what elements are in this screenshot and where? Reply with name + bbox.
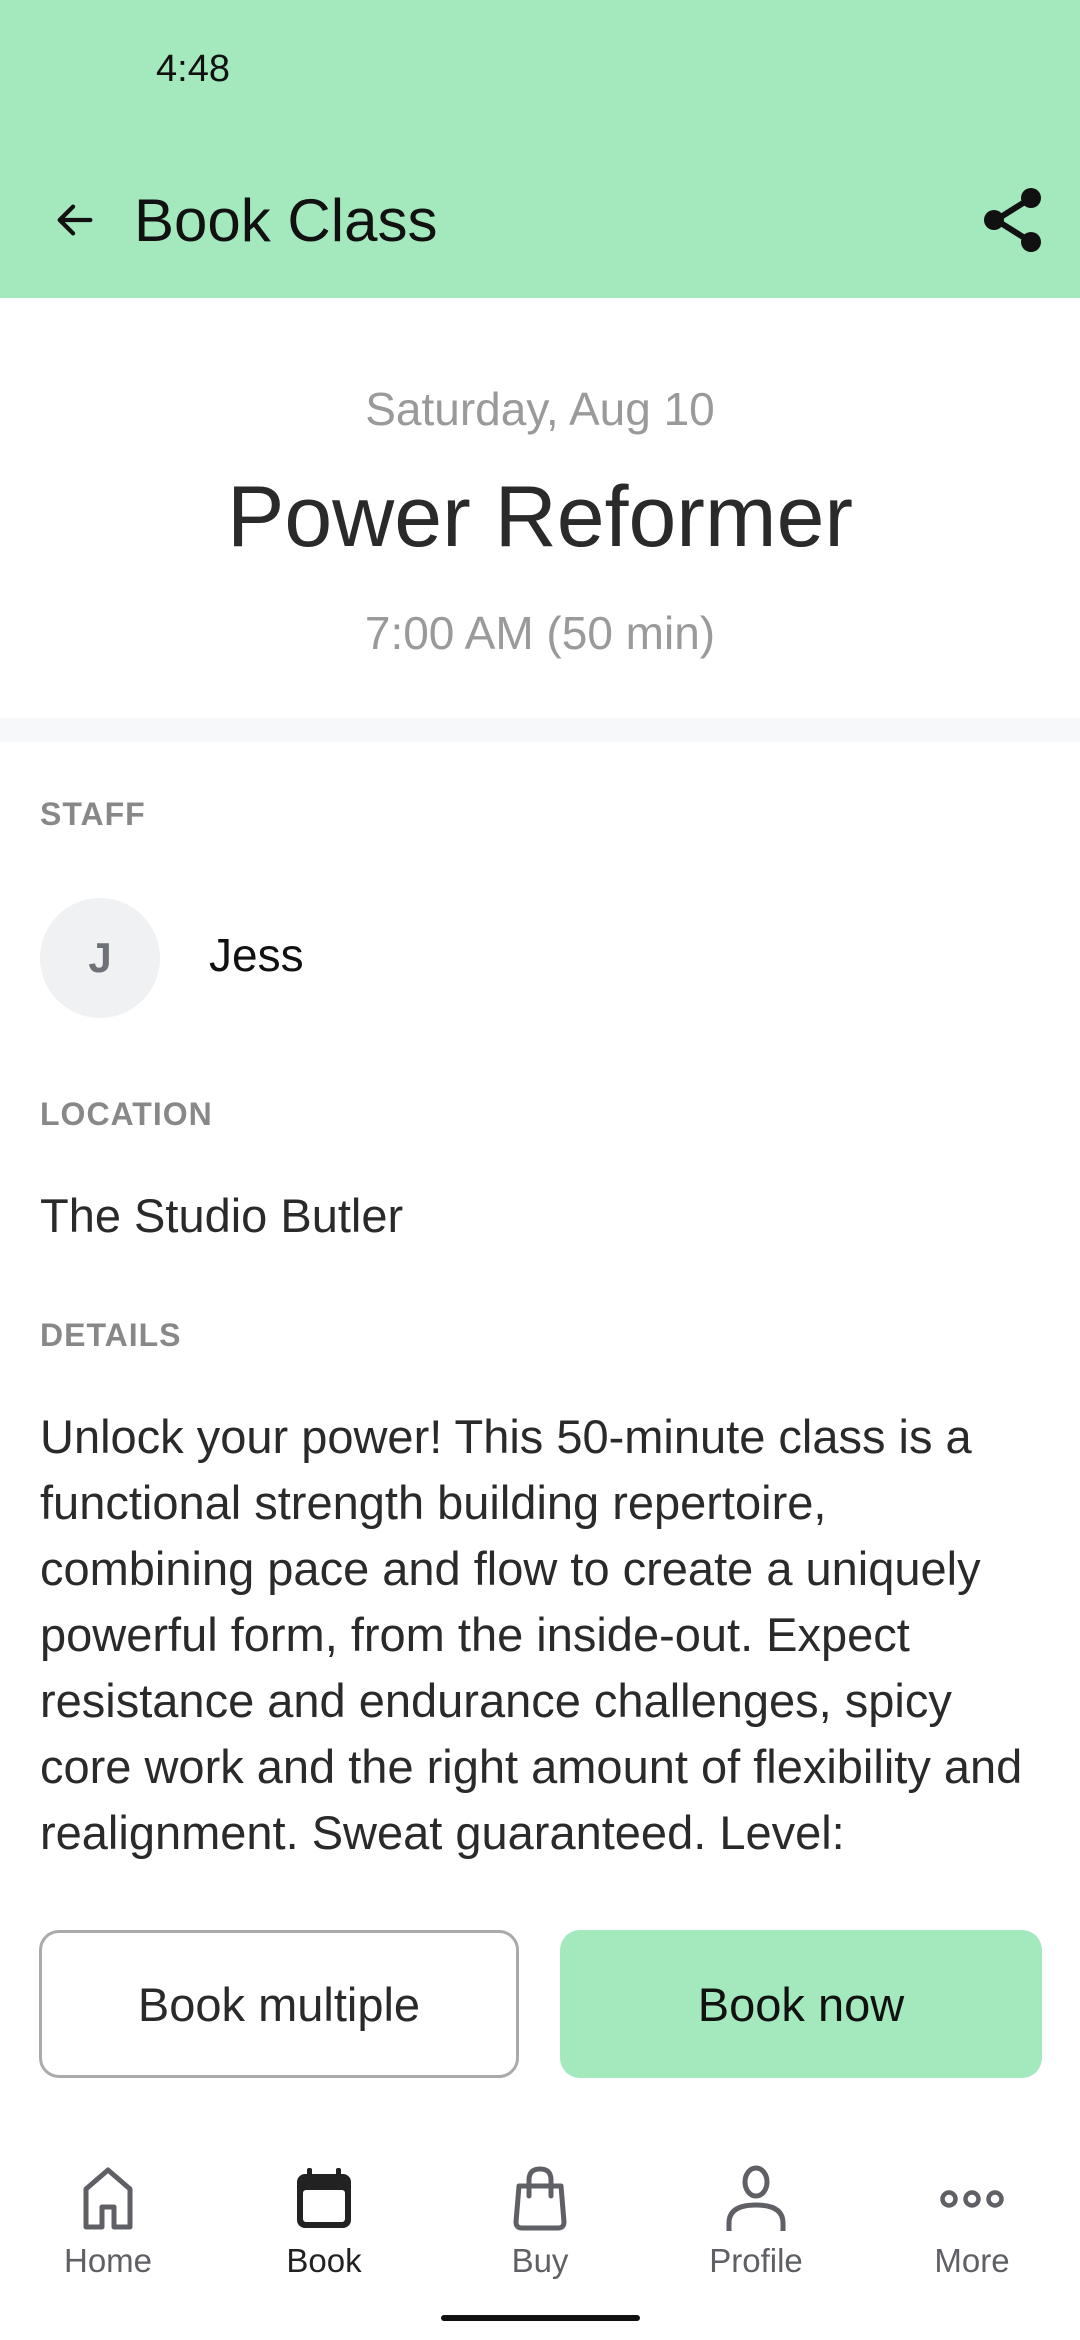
home-indicator[interactable] (441, 2315, 640, 2321)
back-button[interactable] (40, 180, 110, 260)
staff-avatar[interactable]: J (40, 898, 160, 1018)
class-summary: Saturday, Aug 10 Power Reformer 7:00 AM … (0, 298, 1080, 718)
location-label: LOCATION (40, 1096, 213, 1132)
class-name: Power Reformer (226, 469, 854, 565)
status-bar-time: 4:48 (156, 48, 230, 90)
nav-label-home: Home (63, 2242, 153, 2279)
more-dots-icon (940, 2190, 1004, 2208)
share-button[interactable] (970, 180, 1050, 260)
arrow-left-icon (57, 204, 93, 236)
class-date: Saturday, Aug 10 (365, 383, 715, 435)
nav-label-buy: Buy (511, 2242, 569, 2279)
nav-label-book: Book (286, 2242, 362, 2279)
book-now-button[interactable]: Book now (560, 1930, 1042, 2078)
location-name: The Studio Butler (40, 1189, 404, 1242)
nav-item-book[interactable]: Book (216, 2140, 432, 2300)
nav-item-home[interactable]: Home (0, 2140, 216, 2300)
nav-label-profile: Profile (709, 2242, 803, 2279)
page-title: Book Class (134, 187, 438, 254)
shopping-bag-icon (513, 2166, 567, 2231)
staff-name[interactable]: Jess (209, 928, 304, 982)
class-time: 7:00 AM (50 min) (364, 607, 716, 659)
calendar-icon (297, 2168, 351, 2228)
staff-label: STAFF (40, 796, 146, 832)
book-multiple-button[interactable]: Book multiple (39, 1930, 519, 2078)
nav-label-more: More (934, 2242, 1010, 2279)
details-label: DETAILS (40, 1317, 182, 1353)
nav-item-buy[interactable]: Buy (432, 2140, 648, 2300)
home-icon (83, 2167, 133, 2230)
app-header: 4:48 Book Class (0, 0, 1080, 298)
class-description: Unlock your power! This 50-minute class … (40, 1410, 1023, 1859)
share-icon (984, 188, 1041, 252)
bottom-navigation: Home Book Buy Profile More (0, 2140, 1080, 2300)
nav-item-profile[interactable]: Profile (648, 2140, 864, 2300)
person-icon (726, 2165, 786, 2231)
section-divider (0, 718, 1080, 742)
avatar-initial: J (88, 934, 112, 981)
nav-item-more[interactable]: More (864, 2140, 1080, 2300)
